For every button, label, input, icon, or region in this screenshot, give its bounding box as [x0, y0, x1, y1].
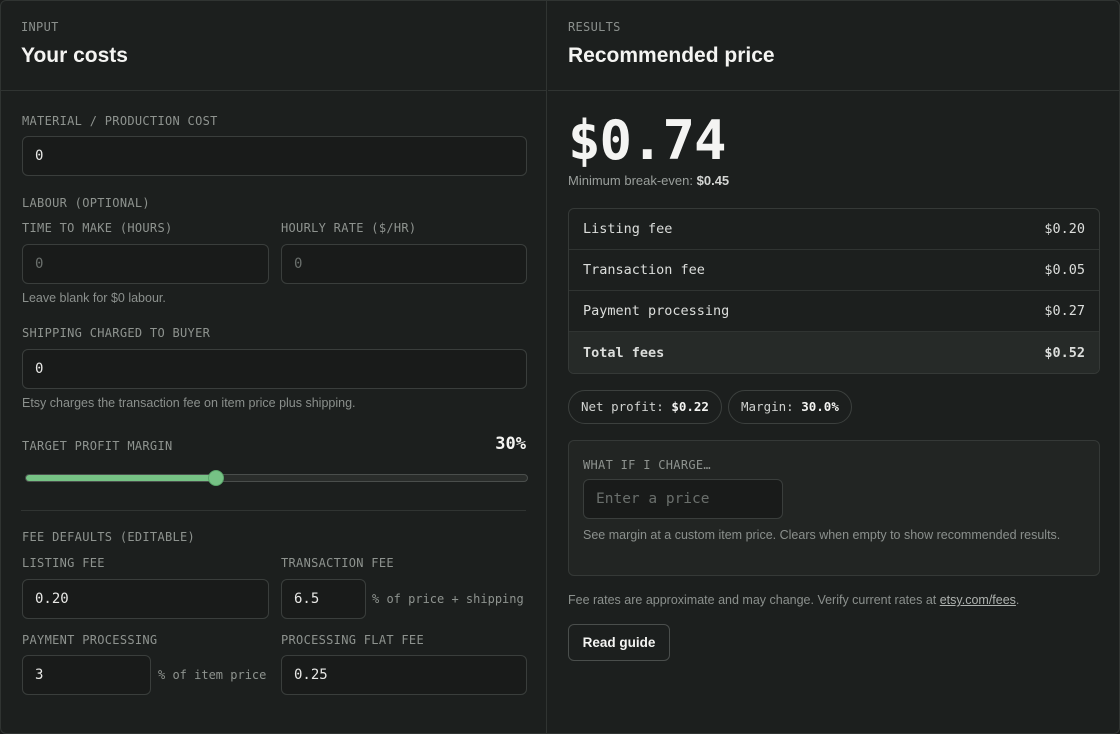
margin-slider-fill	[26, 475, 217, 481]
transaction-fee-input[interactable]: 6.5	[281, 579, 366, 619]
table-row: Payment processing $0.27	[569, 291, 1099, 332]
labour-hint: Leave blank for $0 labour.	[22, 291, 166, 305]
what-if-hint: See margin at a custom item price. Clear…	[583, 528, 1061, 542]
fee-label: Payment processing	[583, 303, 730, 319]
what-if-price-input[interactable]: Enter a price	[583, 479, 783, 519]
input-panel: INPUT Your costs MATERIAL / PRODUCTION C…	[1, 1, 547, 733]
margin-badge-value: 30.0%	[801, 399, 839, 414]
net-profit-badge: Net profit: $0.22	[568, 390, 722, 424]
read-guide-button[interactable]: Read guide	[568, 624, 670, 661]
fee-label: Transaction fee	[583, 262, 705, 278]
input-header: INPUT Your costs	[1, 1, 546, 91]
fee-value: $0.05	[1044, 262, 1085, 278]
flat-fee-input[interactable]: 0.25	[281, 655, 527, 695]
time-label: TIME TO MAKE (HOURS)	[22, 221, 173, 235]
total-fees-row: Total fees $0.52	[569, 332, 1099, 373]
table-row: Transaction fee $0.05	[569, 250, 1099, 291]
material-label: MATERIAL / PRODUCTION COST	[22, 114, 218, 128]
net-profit-label: Net profit:	[581, 399, 664, 414]
shipping-input[interactable]: 0	[22, 349, 527, 389]
shipping-hint: Etsy charges the transaction fee on item…	[22, 396, 356, 410]
listing-fee-input[interactable]: 0.20	[22, 579, 269, 619]
fee-value: $0.27	[1044, 303, 1085, 319]
shipping-label: SHIPPING CHARGED TO BUYER	[22, 326, 211, 340]
disclaimer-end: .	[1015, 593, 1020, 607]
hourly-rate-input[interactable]: 0	[281, 244, 527, 284]
input-eyebrow: INPUT	[21, 20, 59, 34]
payment-processing-input[interactable]: 3	[22, 655, 151, 695]
table-row: Listing fee $0.20	[569, 209, 1099, 250]
results-eyebrow: RESULTS	[568, 20, 621, 34]
break-even: Minimum break-even: $0.45	[568, 173, 729, 188]
transaction-fee-unit: % of price + shipping	[372, 592, 524, 606]
recommended-price: $0.74	[568, 109, 727, 172]
margin-slider[interactable]	[25, 470, 528, 486]
input-title: Your costs	[21, 44, 128, 67]
fee-defaults-label: FEE DEFAULTS (EDITABLE)	[22, 530, 196, 544]
time-input[interactable]: 0	[22, 244, 269, 284]
results-panel: RESULTS Recommended price $0.74 Minimum …	[548, 1, 1119, 733]
section-divider	[21, 510, 526, 511]
what-if-label: WHAT IF I CHARGE…	[583, 458, 711, 472]
break-even-label: Minimum break-even:	[568, 173, 693, 188]
results-title: Recommended price	[568, 44, 775, 67]
total-fees-value: $0.52	[1044, 344, 1085, 361]
margin-badge-label: Margin:	[741, 399, 794, 414]
fee-disclaimer: Fee rates are approximate and may change…	[568, 593, 1019, 607]
fee-breakdown-table: Listing fee $0.20 Transaction fee $0.05 …	[568, 208, 1100, 374]
etsy-fees-link[interactable]: etsy.com/fees	[940, 593, 1016, 607]
total-fees-label: Total fees	[583, 344, 665, 361]
what-if-panel: WHAT IF I CHARGE… Enter a price See marg…	[568, 440, 1100, 576]
transaction-fee-label: TRANSACTION FEE	[281, 556, 394, 570]
results-header: RESULTS Recommended price	[548, 1, 1119, 91]
flat-fee-label: PROCESSING FLAT FEE	[281, 633, 424, 647]
fee-label: Listing fee	[583, 221, 673, 237]
payment-unit: % of item price	[158, 668, 267, 682]
pricing-calculator: INPUT Your costs MATERIAL / PRODUCTION C…	[0, 0, 1120, 734]
margin-slider-thumb[interactable]	[208, 470, 225, 486]
disclaimer-text: Fee rates are approximate and may change…	[568, 593, 937, 607]
margin-value: 30%	[495, 434, 526, 454]
payment-label: PAYMENT PROCESSING	[22, 633, 158, 647]
break-even-value: $0.45	[696, 173, 730, 188]
fee-value: $0.20	[1044, 221, 1085, 237]
rate-label: HOURLY RATE ($/HR)	[281, 221, 417, 235]
margin-label: TARGET PROFIT MARGIN	[22, 439, 173, 453]
listing-fee-label: LISTING FEE	[22, 556, 105, 570]
labour-label: LABOUR (OPTIONAL)	[22, 196, 150, 210]
material-cost-input[interactable]: 0	[22, 136, 527, 176]
net-profit-value: $0.22	[671, 399, 709, 414]
margin-badge: Margin: 30.0%	[728, 390, 852, 424]
